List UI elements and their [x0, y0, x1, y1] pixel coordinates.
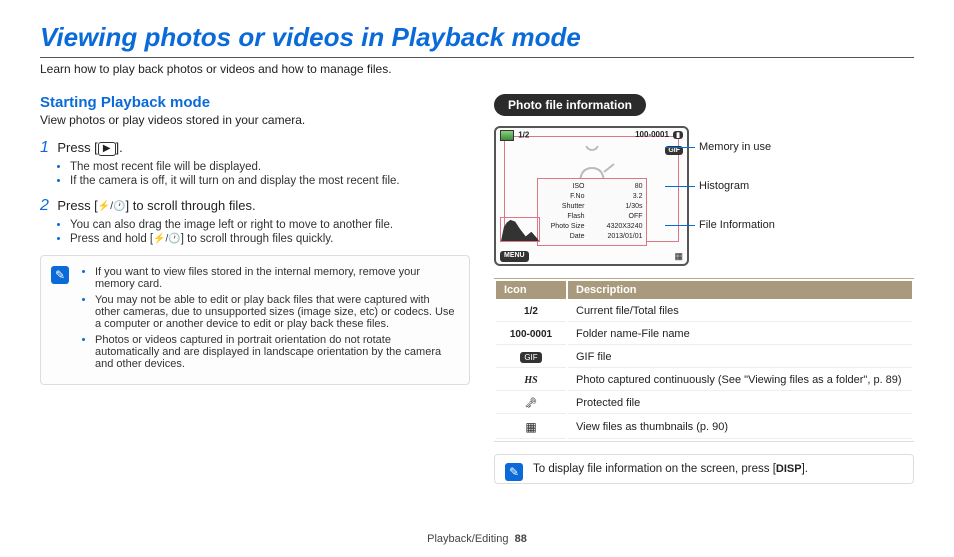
left-column: Starting Playback mode View photos or pl…	[40, 94, 470, 484]
tip-box: ✎ To display file information on the scr…	[494, 454, 914, 484]
flash-timer-icon: ⚡/🕐	[153, 233, 181, 244]
table-header-desc: Description	[568, 281, 912, 299]
step-1: 1 Press [▶]. The most recent file will b…	[40, 139, 470, 187]
step-number: 1	[40, 139, 54, 157]
memory-icon: ▮	[673, 131, 683, 139]
diagram-labels: Memory in use Histogram File Information	[699, 126, 775, 266]
step2-bullet: Press and hold [⚡/🕐] to scroll through f…	[70, 233, 470, 245]
note-item: Photos or videos captured in portrait or…	[95, 334, 457, 370]
section-pill: Photo file information	[494, 94, 646, 116]
thumbnail-grid-icon: ▦	[674, 251, 683, 262]
step1-text-b: ].	[116, 140, 123, 155]
table-row: GIF GIF file	[496, 347, 912, 368]
label-fileinfo: File Information	[699, 219, 775, 231]
table-row: 1/2 Current file/Total files	[496, 301, 912, 322]
note-icon: ✎	[505, 463, 523, 481]
page-title: Viewing photos or videos in Playback mod…	[40, 22, 914, 53]
playback-icon: ▶	[98, 142, 116, 156]
step2-text-a: Press [	[57, 198, 97, 213]
section-sub: View photos or play videos stored in you…	[40, 113, 470, 127]
step-number: 2	[40, 197, 54, 215]
table-header-icon: Icon	[496, 281, 566, 299]
menu-button-label: MENU	[500, 251, 529, 262]
label-histogram: Histogram	[699, 180, 775, 192]
disp-button-label: DISP	[776, 463, 802, 475]
table-row: 100-0001 Folder name-File name	[496, 324, 912, 345]
table-row: 🗝 Protected file	[496, 393, 912, 414]
camera-screen: 1/2 100-0001 ▮ GIF ISO80 F.No3.2 Shutter…	[494, 126, 689, 266]
step1-text-a: Press [	[57, 140, 97, 155]
step-2: 2 Press [⚡/🕐] to scroll through files. Y…	[40, 197, 470, 245]
section-heading: Starting Playback mode	[40, 94, 470, 111]
note-item: You may not be able to edit or play back…	[95, 294, 457, 330]
note-icon: ✎	[51, 266, 69, 284]
file-info-panel: ISO80 F.No3.2 Shutter1/30s FlashOFF Phot…	[537, 178, 647, 246]
title-rule	[40, 57, 914, 58]
note-item: If you want to view files stored in the …	[95, 266, 457, 290]
note-box: ✎ If you want to view files stored in th…	[40, 255, 470, 385]
thumbnail-icon: ▦	[525, 420, 536, 434]
histogram-icon	[500, 217, 540, 242]
gif-icon: GIF	[520, 352, 541, 363]
screen-diagram: 1/2 100-0001 ▮ GIF ISO80 F.No3.2 Shutter…	[494, 126, 914, 266]
step2-text-b: ] to scroll through files.	[126, 198, 256, 213]
flash-timer-icon: ⚡/🕐	[98, 201, 126, 212]
right-column: Photo file information 1/2 100-0001 ▮ GI…	[494, 94, 914, 484]
continuous-icon: HS	[524, 375, 537, 386]
step1-bullet: If the camera is off, it will turn on an…	[70, 175, 470, 187]
protected-icon: 🗝	[525, 398, 538, 409]
step1-bullet: The most recent file will be displayed.	[70, 161, 470, 173]
thumbnail-icon	[500, 130, 514, 141]
icon-description-table: Icon Description 1/2 Current file/Total …	[494, 278, 914, 442]
page-footer: Playback/Editing 88	[0, 533, 954, 545]
page-intro: Learn how to play back photos or videos …	[40, 62, 914, 76]
label-memory: Memory in use	[699, 141, 775, 153]
table-row: HS Photo captured continuously (See "Vie…	[496, 370, 912, 391]
step2-bullet: You can also drag the image left or righ…	[70, 219, 470, 231]
table-row: ▦ View files as thumbnails (p. 90)	[496, 416, 912, 439]
